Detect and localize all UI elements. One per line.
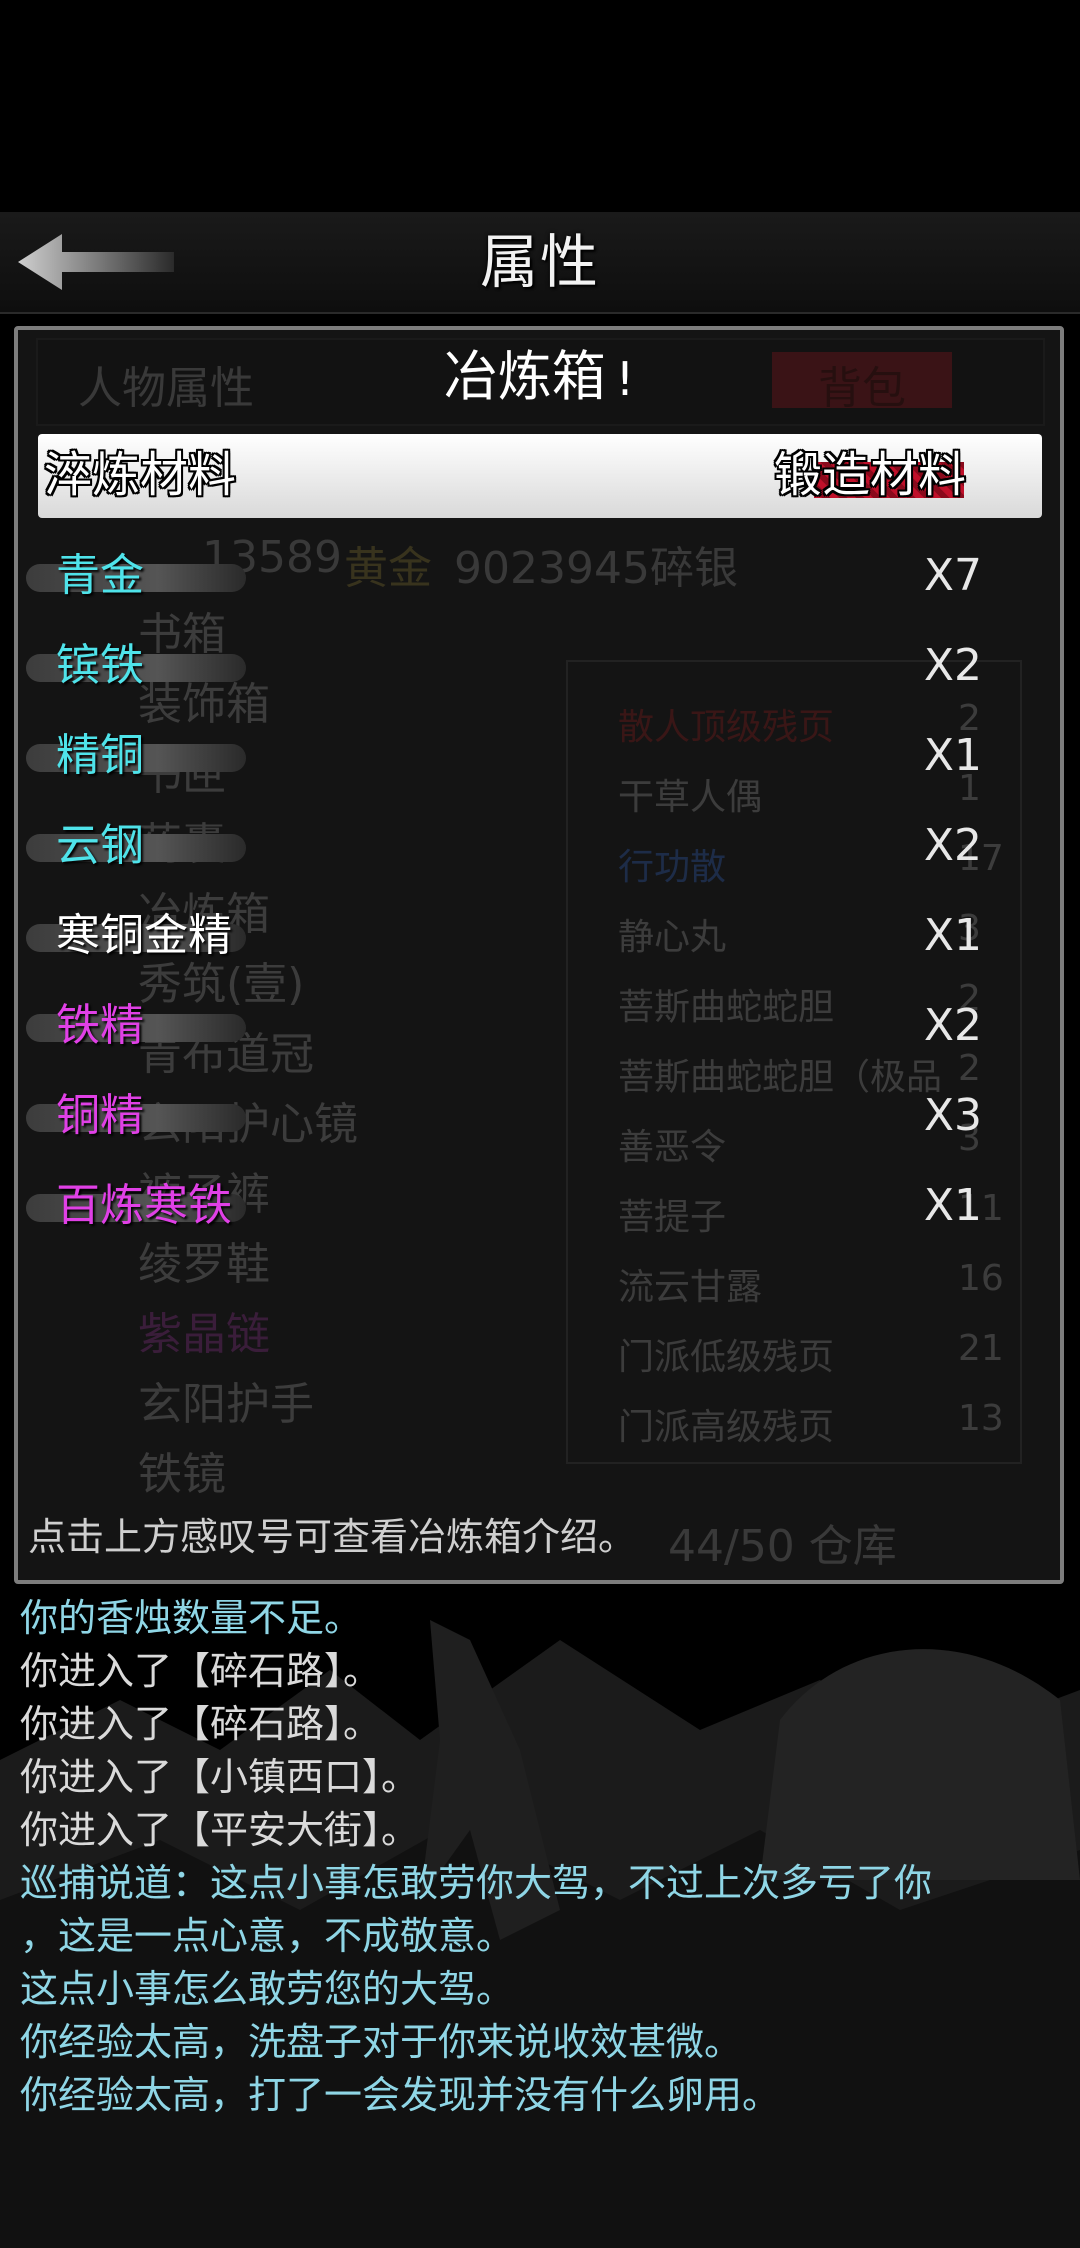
material-item[interactable]: 寒铜金精 X1 <box>18 898 1060 978</box>
item-quantity: X1 <box>923 910 982 961</box>
underlay-right-count: 21 <box>958 1328 1004 1369</box>
material-item[interactable]: 青金 X7 <box>18 538 1060 618</box>
underlay-right-count: 13 <box>958 1398 1004 1439</box>
item-quantity: X1 <box>923 730 982 781</box>
underlay-left-item: 玄阳护手 <box>138 1379 314 1430</box>
log-line: ，这是一点心意，不成敬意。 <box>20 1914 515 1958</box>
material-item[interactable]: 铜精 X3 <box>18 1078 1060 1158</box>
item-quantity: X3 <box>923 1090 982 1141</box>
underlay-right-count: 16 <box>958 1258 1004 1299</box>
underlay-right-item: 门派低级残页 <box>618 1337 835 1378</box>
item-quantity: X7 <box>923 550 982 601</box>
material-item[interactable]: 精铜 X1 <box>18 718 1060 798</box>
item-name: 百炼寒铁 <box>56 1180 232 1231</box>
log-line: 你进入了【平安大街】。 <box>20 1808 420 1852</box>
item-quantity: X2 <box>923 640 982 691</box>
tab-forging-materials-label: 锻造材料 <box>773 447 966 503</box>
material-item[interactable]: 云钢 X2 <box>18 808 1060 888</box>
material-item[interactable]: 镔铁 X2 <box>18 628 1060 708</box>
item-quantity: X2 <box>923 820 982 871</box>
hint-text: 点击上方感叹号可查看冶炼箱介绍。 <box>28 1515 637 1559</box>
item-name: 镔铁 <box>56 640 144 691</box>
underlay-storage: 44/50 仓库 <box>668 1521 897 1572</box>
smelting-box-dialog: 人物属性 背包 13589 黄金 9023945碎银 书箱装饰箱书匣药囊冶炼箱秀… <box>14 326 1064 1584</box>
tab-forging-materials[interactable]: 锻造材料 <box>774 442 966 508</box>
page-title: 属性 <box>479 228 600 296</box>
underlay-right-item: 门派高级残页 <box>618 1407 835 1448</box>
log-line: 你的香烛数量不足。 <box>20 1596 363 1640</box>
underlay-right-item: 流云甘露 <box>618 1267 763 1308</box>
log-line: 巡捕说道：这点小事怎敢劳你大驾，不过上次多亏了你 <box>20 1861 933 1905</box>
item-name: 铜精 <box>56 1090 144 1141</box>
item-name: 青金 <box>56 550 144 601</box>
log-line: 这点小事怎么敢劳您的大驾。 <box>20 1967 515 2011</box>
underlay-left-item: 铁镜 <box>138 1449 226 1500</box>
top-bar: 属性 <box>0 212 1080 314</box>
log-line: 你经验太高，打了一会发现并没有什么卵用。 <box>20 2073 781 2117</box>
dialog-title: 冶炼箱! <box>18 340 1060 414</box>
item-name: 云钢 <box>56 820 144 871</box>
item-name: 铁精 <box>56 1000 144 1051</box>
underlay-left-item: 紫晶链 <box>138 1309 270 1360</box>
log-line: 你经验太高，洗盘子对于你来说收效甚微。 <box>20 2020 743 2064</box>
dialog-title-text: 冶炼箱 <box>443 345 606 408</box>
info-exclamation-button[interactable]: ! <box>616 342 634 416</box>
material-item[interactable]: 百炼寒铁 X1 <box>18 1168 1060 1248</box>
log-line: 你进入了【碎石路】。 <box>20 1702 382 1746</box>
log-line: 你进入了【小镇西口】。 <box>20 1755 420 1799</box>
tab-refining-materials[interactable]: 淬炼材料 <box>44 442 236 508</box>
message-log: 你的香烛数量不足。 你进入了【碎石路】。 你进入了【碎石路】。 你进入了【小镇西口】。… <box>20 1592 1070 2122</box>
log-line: 你进入了【碎石路】。 <box>20 1649 382 1693</box>
item-quantity: X2 <box>923 1000 982 1051</box>
item-quantity: X1 <box>923 1180 982 1231</box>
item-name: 精铜 <box>56 730 144 781</box>
category-bar: 淬炼材料 锻造材料 <box>38 434 1042 518</box>
item-name: 寒铜金精 <box>56 910 232 961</box>
material-item[interactable]: 铁精 X2 <box>18 988 1060 1068</box>
